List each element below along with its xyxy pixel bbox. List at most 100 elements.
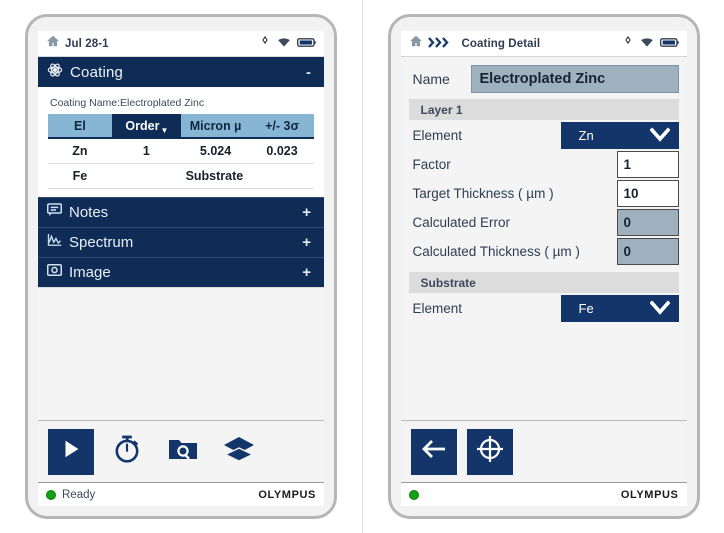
- status-indicator-dot: [46, 489, 56, 500]
- status-indicator-dot: [408, 489, 419, 500]
- field-row-calculated-thickness: Calculated Thickness ( µm ) 0: [409, 237, 679, 266]
- column-header-order[interactable]: Order▼: [111, 114, 181, 139]
- element-select-substrate[interactable]: Fe: [560, 295, 679, 322]
- right-phone-frame: Coating Detail Name Electroplated Zinc L…: [387, 14, 700, 519]
- field-row-factor: Factor 1: [409, 150, 679, 179]
- accordion-expand-image[interactable]: +: [302, 264, 315, 281]
- left-screen: Jul 28-1 Coating - Coating Name:Electrop…: [38, 31, 324, 506]
- column-header-order-label: Order: [125, 118, 160, 133]
- right-screen: Coating Detail Name Electroplated Zinc L…: [400, 31, 687, 506]
- accordion-expand-spectrum[interactable]: +: [302, 234, 315, 251]
- cell-el: Zn: [48, 138, 112, 164]
- right-device-pane: Coating Detail Name Electroplated Zinc L…: [362, 0, 724, 533]
- cell-substrate: Substrate: [111, 163, 314, 189]
- accordion-item-notes[interactable]: Notes +: [38, 196, 324, 227]
- element-select-substrate-value: Fe: [578, 301, 594, 316]
- accordion-label-spectrum: Spectrum: [69, 233, 134, 251]
- field-label-element-layer: Element: [412, 128, 463, 143]
- field-row-target-thickness: Target Thickness ( µm ) 10: [409, 179, 679, 208]
- column-header-micron[interactable]: Micron µ: [180, 114, 251, 139]
- brand-logo: OLYMPUS: [620, 488, 679, 501]
- screenshot-root: Jul 28-1 Coating - Coating Name:Electrop…: [0, 0, 724, 533]
- accordion-item-spectrum[interactable]: Spectrum +: [38, 226, 324, 257]
- stopwatch-icon: [112, 434, 142, 469]
- arrow-left-icon: [421, 438, 447, 465]
- home-icon[interactable]: [46, 34, 60, 53]
- right-statusbar-title: Coating Detail: [461, 37, 541, 50]
- group-header-substrate: Substrate: [408, 272, 679, 293]
- field-label-calculated-thickness: Calculated Thickness ( µm ): [412, 244, 580, 259]
- right-statusbar-left: Coating Detail: [409, 34, 541, 53]
- breadcrumb: [427, 36, 454, 51]
- left-toolbar: [38, 420, 324, 482]
- accordion-expand-notes[interactable]: +: [302, 204, 315, 221]
- field-row-element-layer: Element Zn: [409, 121, 679, 150]
- element-select-layer[interactable]: Zn: [560, 122, 679, 149]
- calibrate-button[interactable]: [466, 428, 513, 475]
- coating-name-label: Coating Name:Electroplated Zinc: [50, 97, 205, 109]
- wifi-icon: [277, 35, 291, 53]
- right-statusbar-icons: [622, 35, 679, 53]
- coating-section-header[interactable]: Coating -: [38, 57, 324, 87]
- left-footer: Ready OLYMPUS: [38, 482, 324, 506]
- play-button[interactable]: [48, 428, 94, 475]
- column-header-el[interactable]: El: [48, 114, 112, 139]
- left-device-pane: Jul 28-1 Coating - Coating Name:Electrop…: [0, 0, 362, 533]
- left-statusbar-title: Jul 28-1: [65, 37, 109, 50]
- field-label-element-substrate: Element: [412, 301, 463, 316]
- layers-button[interactable]: [216, 429, 262, 475]
- search-folder-button[interactable]: [160, 429, 206, 475]
- target-icon: [259, 35, 271, 53]
- calculated-error-value: 0: [616, 209, 679, 236]
- accordion-list: Notes + Spectrum + Image +: [38, 196, 324, 287]
- group-header-layer1: Layer 1: [408, 99, 679, 120]
- table-header-row: El Order▼ Micron µ +/- 3σ: [48, 114, 314, 139]
- cell-sigma: 0.023: [250, 138, 314, 164]
- table-row[interactable]: Fe Substrate: [48, 163, 314, 189]
- cell-el: Fe: [48, 163, 112, 189]
- coating-detail-form: Name Electroplated Zinc Layer 1 Element …: [400, 57, 687, 420]
- calculated-thickness-value: 0: [616, 238, 679, 265]
- back-button[interactable]: [410, 428, 457, 475]
- timer-button[interactable]: [104, 429, 150, 475]
- home-icon[interactable]: [409, 34, 423, 53]
- coating-section-title: Coating: [70, 63, 124, 81]
- name-field[interactable]: Electroplated Zinc: [470, 65, 679, 93]
- target-thickness-input[interactable]: 10: [616, 180, 679, 207]
- right-toolbar: [400, 420, 687, 482]
- target-icon: [622, 35, 634, 53]
- accordion-label-notes: Notes: [69, 203, 109, 221]
- left-phone-frame: Jul 28-1 Coating - Coating Name:Electrop…: [25, 14, 337, 519]
- notes-icon: [47, 202, 62, 222]
- coating-collapse-toggle[interactable]: -: [306, 64, 315, 81]
- brand-logo: OLYMPUS: [258, 488, 316, 501]
- left-statusbar-left: Jul 28-1: [46, 34, 109, 53]
- wifi-icon: [640, 35, 654, 53]
- column-header-sigma[interactable]: +/- 3σ: [250, 114, 314, 139]
- chevron-down-icon: [648, 127, 671, 146]
- field-row-element-substrate: Element Fe: [409, 294, 679, 323]
- accordion-item-image[interactable]: Image +: [38, 256, 324, 287]
- field-label-calculated-error: Calculated Error: [412, 215, 511, 230]
- chevron-down-icon: ▼: [160, 125, 169, 135]
- spectrum-icon: [47, 233, 62, 252]
- layers-icon: [223, 435, 255, 468]
- right-statusbar: Coating Detail: [400, 31, 687, 57]
- play-icon: [60, 438, 82, 465]
- chevron-down-icon: [648, 300, 671, 319]
- cell-order: 1: [111, 138, 181, 164]
- left-statusbar-icons: [259, 35, 316, 53]
- field-label-target-thickness: Target Thickness ( µm ): [412, 186, 554, 201]
- coating-table: El Order▼ Micron µ +/- 3σ Zn 1 5.024 0.0…: [48, 114, 314, 189]
- table-row[interactable]: Zn 1 5.024 0.023: [48, 138, 314, 164]
- battery-icon: [297, 35, 316, 53]
- coating-body: Coating Name:Electroplated Zinc El Order…: [38, 87, 324, 197]
- name-label: Name: [412, 71, 450, 87]
- factor-input[interactable]: 1: [616, 151, 679, 178]
- field-row-calculated-error: Calculated Error 0: [409, 208, 679, 237]
- status-badge: Ready: [62, 488, 96, 501]
- element-select-layer-value: Zn: [578, 128, 594, 143]
- left-content-filler: [38, 286, 324, 420]
- left-statusbar: Jul 28-1: [38, 31, 324, 57]
- folder-search-icon: [168, 436, 198, 467]
